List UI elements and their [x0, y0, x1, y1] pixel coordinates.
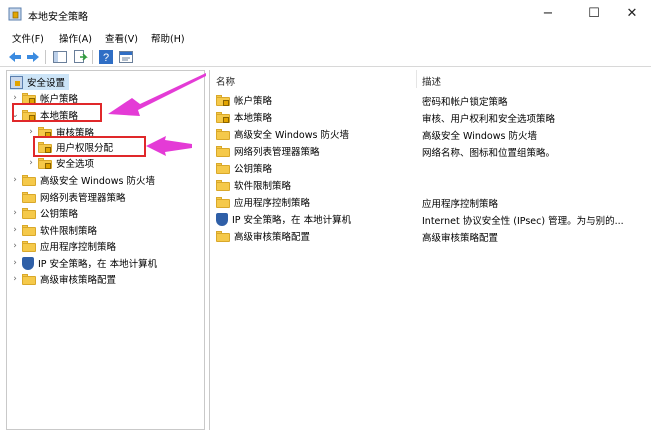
chevron-right-icon[interactable]: ›: [10, 208, 20, 218]
row-description: 审核、用户权利和安全选项策略: [422, 114, 556, 125]
tree-item-ip-security[interactable]: › IP 安全策略，在 本地计算机: [10, 255, 157, 271]
list-row[interactable]: 本地策略 审核、用户权利和安全选项策略: [214, 109, 644, 125]
row-description: Internet 协议安全性 (IPsec) 管理。为与别的...: [422, 216, 624, 227]
svg-text:?: ?: [103, 52, 109, 64]
security-settings-icon: [10, 75, 23, 89]
folder-icon: [22, 207, 36, 219]
back-icon[interactable]: [7, 49, 23, 65]
folder-icon: [216, 128, 230, 140]
toolbar-separator: [92, 50, 93, 64]
console-tree[interactable]: 安全设置 › 帐户策略 ⌄ 本地策略 › 审核策略 用户权限分配 › 安全选项 …: [6, 70, 205, 430]
folder-icon: [216, 145, 230, 157]
row-description: 密码和帐户锁定策略: [422, 97, 508, 108]
row-description: 网络名称、图标和位置组策略。: [422, 148, 556, 159]
highlight-box-local-policies: [12, 103, 102, 122]
list-row[interactable]: IP 安全策略，在 本地计算机 Internet 协议安全性 (IPsec) 管…: [214, 211, 644, 227]
tree-item-security-options[interactable]: › 安全选项: [26, 155, 94, 171]
row-name: 帐户策略: [234, 96, 273, 107]
shield-icon: [22, 256, 34, 270]
forward-icon[interactable]: [25, 49, 41, 65]
highlight-box-user-rights: [33, 136, 146, 157]
column-header-description[interactable]: 描述: [422, 70, 441, 88]
tree-item-software-restriction[interactable]: › 软件限制策略: [10, 222, 97, 238]
list-row[interactable]: 高级安全 Windows 防火墙 高级安全 Windows 防火墙: [214, 126, 644, 142]
export-list-icon[interactable]: [72, 49, 88, 65]
folder-icon: [216, 196, 230, 208]
result-list[interactable]: 名称 描述 帐户策略 密码和帐户锁定策略 本地策略 审核、用户权利和安全选项策略…: [209, 70, 651, 430]
chevron-right-icon[interactable]: ›: [10, 225, 20, 235]
row-description: 应用程序控制策略: [422, 199, 499, 210]
folder-lock-icon: [216, 94, 230, 106]
row-name: 应用程序控制策略: [234, 198, 311, 209]
maximize-button[interactable]: ☐: [576, 4, 612, 24]
column-divider[interactable]: [416, 70, 417, 88]
folder-icon: [22, 191, 36, 203]
row-name: 公钥策略: [234, 164, 273, 175]
list-row[interactable]: 网络列表管理器策略 网络名称、图标和位置组策略。: [214, 143, 644, 159]
list-row[interactable]: 应用程序控制策略 应用程序控制策略: [214, 194, 644, 210]
list-row[interactable]: 软件限制策略: [214, 177, 644, 193]
folder-icon: [216, 162, 230, 174]
tree-item-label: 安全选项: [56, 159, 95, 170]
row-name: IP 安全策略，在 本地计算机: [232, 215, 352, 226]
tree-root[interactable]: 安全设置: [10, 74, 70, 90]
list-row[interactable]: 高级审核策略配置 高级审核策略配置: [214, 228, 644, 244]
tree-item-label: 应用程序控制策略: [40, 242, 117, 253]
tree-item-label: 公钥策略: [40, 209, 79, 220]
row-name: 高级安全 Windows 防火墙: [234, 130, 349, 141]
folder-lock-icon: [216, 111, 230, 123]
chevron-right-icon[interactable]: ›: [10, 93, 20, 103]
row-description: 高级安全 Windows 防火墙: [422, 131, 537, 142]
folder-icon: [216, 230, 230, 242]
minimize-button[interactable]: −: [530, 4, 566, 24]
tree-item-firewall[interactable]: › 高级安全 Windows 防火墙: [10, 172, 155, 188]
column-header-name[interactable]: 名称: [216, 70, 235, 88]
chevron-right-icon[interactable]: ›: [26, 158, 36, 168]
tree-root-label: 安全设置: [27, 78, 66, 89]
close-button[interactable]: ✕: [614, 4, 650, 24]
menu-bar: 文件(F) 操作(A) 查看(V) 帮助(H): [0, 28, 651, 46]
chevron-right-icon[interactable]: ›: [10, 258, 20, 268]
folder-icon: [22, 240, 36, 252]
tree-item-label: 软件限制策略: [40, 226, 98, 237]
folder-icon: [22, 224, 36, 236]
folder-lock-icon: [22, 92, 36, 104]
tree-item-label: 高级安全 Windows 防火墙: [40, 176, 155, 187]
list-row[interactable]: 公钥策略: [214, 160, 644, 176]
toolbar: ?: [0, 47, 651, 67]
folder-icon: [216, 179, 230, 191]
app-icon: [8, 7, 22, 21]
menu-help[interactable]: 帮助(H): [151, 31, 185, 45]
shield-icon: [216, 212, 228, 226]
row-name: 高级审核策略配置: [234, 232, 311, 243]
list-row[interactable]: 帐户策略 密码和帐户锁定策略: [214, 92, 644, 108]
properties-icon[interactable]: [118, 49, 134, 65]
row-name: 本地策略: [234, 113, 273, 124]
tree-item-label: IP 安全策略，在 本地计算机: [38, 259, 158, 270]
folder-icon: [22, 273, 36, 285]
tree-item-app-control[interactable]: › 应用程序控制策略: [10, 238, 116, 254]
menu-file[interactable]: 文件(F): [12, 31, 44, 45]
tree-item-label: 网络列表管理器策略: [40, 193, 126, 204]
tree-item-label: 高级审核策略配置: [40, 275, 117, 286]
console-tree-icon[interactable]: [52, 49, 68, 65]
chevron-right-icon[interactable]: ›: [10, 274, 20, 284]
tree-item-public-key[interactable]: › 公钥策略: [10, 205, 78, 221]
folder-lock-icon: [38, 157, 52, 169]
chevron-right-icon[interactable]: ›: [10, 241, 20, 251]
row-name: 网络列表管理器策略: [234, 147, 320, 158]
chevron-right-icon[interactable]: ›: [10, 175, 20, 185]
toolbar-separator: [45, 50, 46, 64]
tree-item-network-list[interactable]: 网络列表管理器策略: [20, 189, 126, 205]
row-name: 软件限制策略: [234, 181, 292, 192]
menu-action[interactable]: 操作(A): [59, 31, 92, 45]
menu-view[interactable]: 查看(V): [105, 31, 138, 45]
help-icon[interactable]: ?: [98, 49, 114, 65]
tree-item-advanced-audit[interactable]: › 高级审核策略配置: [10, 271, 116, 287]
folder-icon: [22, 174, 36, 186]
title-bar: 本地安全策略 − ☐ ✕: [0, 0, 651, 28]
row-description: 高级审核策略配置: [422, 233, 499, 244]
window-title: 本地安全策略: [28, 12, 88, 23]
